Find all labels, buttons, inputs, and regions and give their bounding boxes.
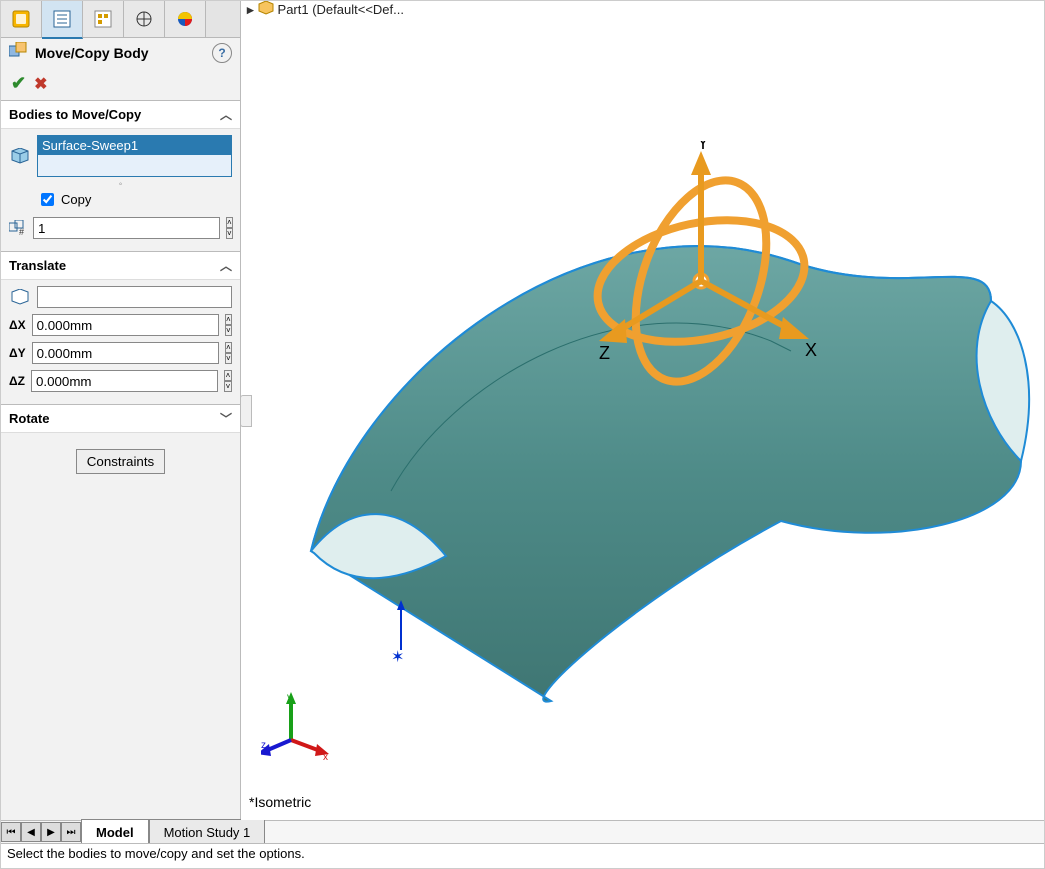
constraints-button[interactable]: Constraints: [76, 449, 165, 474]
collapse-icon[interactable]: ︿: [220, 106, 232, 123]
list-resize-handle[interactable]: ◦: [9, 179, 232, 190]
dx-spin-up[interactable]: ˄: [225, 314, 232, 325]
svg-text:✶: ✶: [391, 649, 404, 666]
tab-motion-study[interactable]: Motion Study 1: [149, 819, 266, 845]
collapse-icon[interactable]: ︿: [220, 257, 232, 274]
dx-spin-down[interactable]: ˅: [225, 325, 232, 336]
dz-input[interactable]: [31, 370, 218, 392]
translate-section-header[interactable]: Translate ︿: [1, 251, 240, 280]
breadcrumb-part-name[interactable]: Part1 (Default<<Def...: [278, 2, 404, 17]
confirm-cancel-row: ✔ ✖: [1, 67, 240, 100]
translate-section-title: Translate: [9, 258, 66, 273]
graphics-viewport[interactable]: ▸ Part1 (Default<<Def...: [241, 1, 1044, 820]
rotate-section-header[interactable]: Rotate ﹀: [1, 404, 240, 433]
instance-count-icon: #: [9, 220, 27, 236]
vcr-next-button[interactable]: ▶: [41, 822, 61, 842]
dy-spin-up[interactable]: ˄: [225, 342, 232, 353]
dimxpert-tab[interactable]: [124, 1, 165, 37]
copy-checkbox[interactable]: [41, 193, 54, 206]
vcr-controls: ⏮ ◀ ▶ ⏭: [1, 822, 81, 842]
dz-label: ΔZ: [9, 374, 25, 388]
panel-splitter-handle[interactable]: [241, 395, 252, 427]
dy-spin-down[interactable]: ˅: [225, 353, 232, 364]
breadcrumb-part-icon: [258, 1, 274, 18]
origin-triad-icon: ✶: [381, 600, 441, 670]
copy-checkbox-label: Copy: [61, 192, 91, 207]
move-triad-manipulator[interactable]: Y X Z: [571, 141, 831, 401]
configuration-manager-tab[interactable]: [83, 1, 124, 37]
svg-text:#: #: [19, 227, 24, 236]
panel-title: Move/Copy Body: [35, 45, 149, 61]
panel-title-row: Move/Copy Body ?: [1, 38, 240, 67]
bodies-list-item[interactable]: Surface-Sweep1: [38, 136, 231, 155]
vcr-prev-button[interactable]: ◀: [21, 822, 41, 842]
vcr-last-button[interactable]: ⏭: [61, 822, 81, 842]
triad-x-label: X: [805, 340, 817, 360]
panel-tab-strip: [1, 1, 240, 38]
instance-count-input[interactable]: [33, 217, 220, 239]
bottom-tab-bar: ⏮ ◀ ▶ ⏭ Model Motion Study 1: [1, 820, 1044, 843]
rotate-section-title: Rotate: [9, 411, 49, 426]
vcr-first-button[interactable]: ⏮: [1, 822, 21, 842]
view-name-label: *Isometric: [249, 794, 311, 810]
translate-to-input[interactable]: [37, 286, 232, 308]
bodies-list[interactable]: Surface-Sweep1: [37, 135, 232, 177]
triad-y-label: Y: [697, 141, 709, 153]
breadcrumb-arrow-icon: ▸: [247, 2, 254, 18]
property-manager-panel: Move/Copy Body ? ✔ ✖ Bodies to Move/Copy…: [1, 1, 241, 820]
status-bar: Select the bodies to move/copy and set t…: [1, 843, 1044, 868]
feature-manager-tab[interactable]: [1, 1, 42, 37]
dy-input[interactable]: [32, 342, 219, 364]
help-button[interactable]: ?: [212, 43, 232, 63]
triad-z-label: Z: [599, 343, 610, 363]
bodies-section-body: Surface-Sweep1 ◦ Copy # ˄˅: [1, 129, 240, 251]
count-spin-down[interactable]: ˅: [226, 228, 233, 239]
move-copy-body-icon: [9, 42, 29, 63]
dx-label: ΔX: [9, 318, 26, 332]
tri-x: x: [323, 752, 328, 760]
dy-label: ΔY: [9, 346, 26, 360]
translate-to-icon: [9, 289, 31, 305]
view-orientation-triad[interactable]: y x z: [261, 690, 331, 760]
property-manager-tab[interactable]: [42, 1, 83, 39]
bodies-section-header[interactable]: Bodies to Move/Copy ︿: [1, 100, 240, 129]
tri-y: y: [287, 692, 292, 703]
dz-spin-down[interactable]: ˅: [224, 381, 232, 392]
display-manager-tab[interactable]: [165, 1, 206, 37]
breadcrumb[interactable]: ▸ Part1 (Default<<Def...: [247, 1, 404, 18]
body-selection-icon: [9, 148, 31, 164]
dx-input[interactable]: [32, 314, 219, 336]
tri-z: z: [261, 740, 266, 751]
tab-model[interactable]: Model: [81, 819, 149, 845]
count-spin-up[interactable]: ˄: [226, 217, 233, 228]
cancel-button[interactable]: ✖: [34, 74, 47, 94]
expand-icon[interactable]: ﹀: [220, 410, 232, 427]
dz-spin-up[interactable]: ˄: [224, 370, 232, 381]
translate-section-body: ΔX ˄˅ ΔY ˄˅ ΔZ ˄˅: [1, 280, 240, 404]
ok-button[interactable]: ✔: [11, 73, 26, 94]
bodies-section-title: Bodies to Move/Copy: [9, 107, 141, 122]
